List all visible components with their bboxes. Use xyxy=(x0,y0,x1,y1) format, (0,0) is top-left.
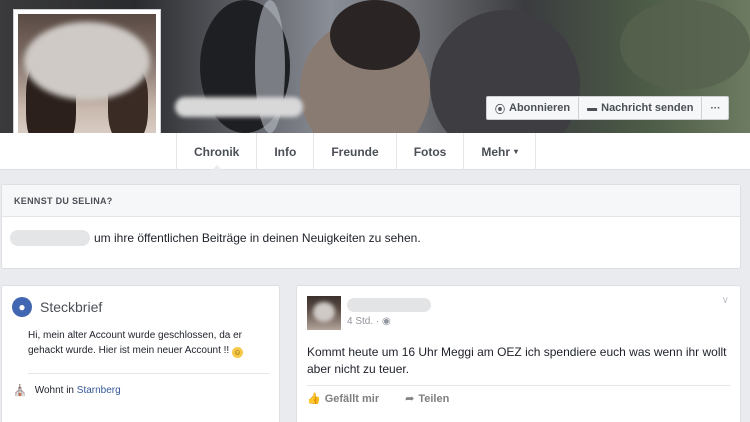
intro-bio: Hi, mein alter Account wurde geschlossen… xyxy=(2,328,279,358)
intro-card: ● Steckbrief Hi, mein alter Account wurd… xyxy=(1,285,280,422)
message-icon: ▬ xyxy=(587,102,598,114)
smiley-icon: ☺ xyxy=(232,347,243,358)
friend-request-link-redacted[interactable] xyxy=(10,230,90,246)
tab-info[interactable]: Info xyxy=(257,133,315,170)
tab-freunde[interactable]: Freunde xyxy=(314,133,397,170)
tab-mehr-label: Mehr xyxy=(481,144,511,159)
profile-actions: ⦿ Abonnieren ▬ Nachricht senden ··· xyxy=(486,96,730,120)
tab-info-label: Info xyxy=(274,144,297,159)
send-message-label: Nachricht senden xyxy=(601,102,694,114)
face-redacted xyxy=(24,22,150,100)
post-author-name-redacted[interactable] xyxy=(347,298,431,312)
rss-icon: ⦿ xyxy=(495,104,505,116)
tab-chronik-label: Chronik xyxy=(194,144,240,159)
intro-title: Steckbrief xyxy=(40,299,103,315)
like-button[interactable]: 👍 Gefällt mir xyxy=(307,392,379,405)
know-card-text: um ihre öffentlichen Beiträge in deinen … xyxy=(94,231,421,245)
globe-icon: ◉ xyxy=(382,316,391,327)
globe-icon: ● xyxy=(12,297,32,317)
share-label: Teilen xyxy=(418,393,450,405)
profile-name-redacted xyxy=(175,97,303,117)
send-message-button[interactable]: ▬ Nachricht senden xyxy=(579,97,703,119)
subscribe-label: Abonnieren xyxy=(509,102,571,114)
post-author-avatar[interactable] xyxy=(307,296,341,330)
lives-in-label: Wohnt in xyxy=(34,385,74,396)
share-icon: ➦ xyxy=(405,393,415,405)
post-actions: 👍 Gefällt mir ➦ Teilen xyxy=(307,385,730,405)
more-options-button[interactable]: ··· xyxy=(702,97,728,119)
profile-tabs: Chronik Info Freunde Fotos Mehr ▾ xyxy=(176,133,537,171)
like-label: Gefällt mir xyxy=(324,393,380,405)
lives-in-link[interactable]: Starnberg xyxy=(77,385,121,396)
tab-mehr[interactable]: Mehr ▾ xyxy=(464,133,537,170)
post-text: Kommt heute um 16 Uhr Meggi am OEZ ich s… xyxy=(307,345,727,376)
chevron-down-icon: ▾ xyxy=(514,147,519,156)
intro-bio-text: Hi, mein alter Account wurde geschlossen… xyxy=(28,330,242,356)
post-timestamp[interactable]: 4 Std. · ◉ xyxy=(347,316,391,327)
post-time-text: 4 Std. · xyxy=(347,316,383,327)
tab-freunde-label: Freunde xyxy=(331,144,379,159)
timeline-post: 4 Std. · ◉ ∨ Kommt heute um 16 Uhr Meggi… xyxy=(296,285,741,422)
tab-fotos-label: Fotos xyxy=(413,144,447,159)
lives-in-row: ⛪ Wohnt in Starnberg xyxy=(2,374,279,407)
thumbs-up-icon: 👍 xyxy=(307,393,321,405)
tab-fotos[interactable]: Fotos xyxy=(397,133,465,170)
subscribe-button[interactable]: ⦿ Abonnieren xyxy=(487,97,580,119)
know-person-card: KENNST DU SELINA? um ihre öffentlichen B… xyxy=(1,184,741,269)
share-button[interactable]: ➦ Teilen xyxy=(405,392,449,405)
tab-chronik[interactable]: Chronik xyxy=(176,133,258,171)
chevron-down-icon[interactable]: ∨ xyxy=(722,295,729,306)
home-icon: ⛪ xyxy=(13,385,27,397)
know-card-title: KENNST DU SELINA? xyxy=(2,185,740,217)
more-icon: ··· xyxy=(710,102,721,114)
